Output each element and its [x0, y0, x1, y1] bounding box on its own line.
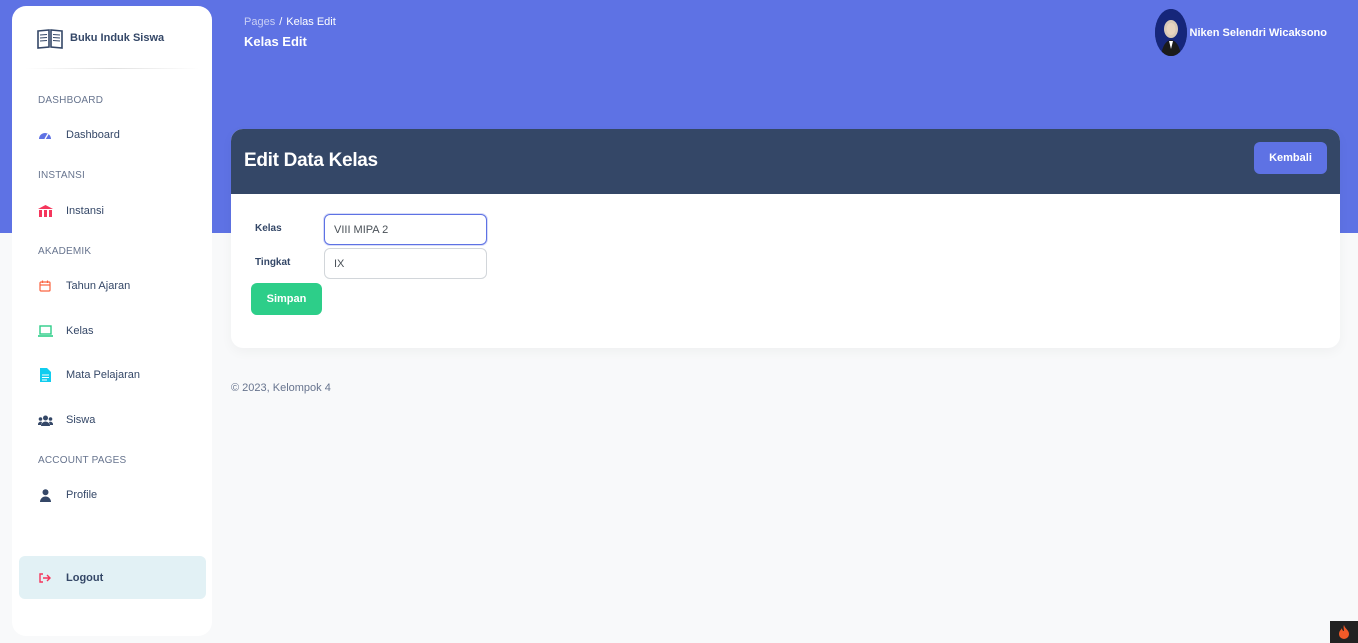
- user-icon: [35, 485, 55, 505]
- users-icon: [35, 410, 55, 430]
- user-menu[interactable]: Niken Selendri Wicaksono: [1154, 9, 1327, 56]
- sidebar-item-label: Mata Pelajaran: [66, 369, 140, 381]
- sidebar-item-profile[interactable]: Profile: [32, 481, 202, 509]
- kelas-input[interactable]: [324, 214, 487, 245]
- logout-button[interactable]: Logout: [19, 556, 206, 599]
- sidebar-item-label: Kelas: [66, 325, 94, 337]
- section-account-pages: ACCOUNT PAGES: [38, 455, 127, 466]
- tingkat-label: Tingkat: [255, 257, 291, 268]
- sidebar-item-siswa[interactable]: Siswa: [32, 406, 202, 434]
- sign-out-icon: [35, 568, 55, 588]
- section-akademik: AKADEMIK: [38, 246, 92, 257]
- laptop-icon: [35, 321, 55, 341]
- card-header: Edit Data Kelas Kembali: [231, 129, 1340, 194]
- section-dashboard: DASHBOARD: [38, 95, 104, 106]
- brand[interactable]: Buku Induk Siswa: [37, 26, 164, 50]
- card-title: Edit Data Kelas: [244, 150, 378, 171]
- breadcrumb-parent[interactable]: Pages: [244, 16, 275, 28]
- section-instansi: INSTANSI: [38, 170, 85, 181]
- sidebar-item-kelas[interactable]: Kelas: [32, 317, 202, 345]
- save-button[interactable]: Simpan: [251, 283, 322, 315]
- page-title: Kelas Edit: [244, 34, 307, 49]
- sidebar-item-label: Instansi: [66, 205, 104, 217]
- kelas-label: Kelas: [255, 223, 282, 234]
- building-icon: [35, 201, 55, 221]
- sidebar-item-label: Tahun Ajaran: [66, 280, 131, 292]
- back-button[interactable]: Kembali: [1254, 142, 1327, 174]
- sidebar-item-mata-pelajaran[interactable]: Mata Pelajaran: [32, 361, 202, 389]
- brand-name: Buku Induk Siswa: [70, 32, 165, 44]
- avatar: [1154, 9, 1187, 56]
- sidebar-item-label: Siswa: [66, 414, 96, 426]
- calendar-icon: [35, 276, 55, 296]
- book-open-icon: [37, 27, 63, 49]
- sidebar: Buku Induk Siswa DASHBOARD Dashboard INS…: [12, 6, 212, 636]
- logout-label: Logout: [66, 571, 104, 584]
- breadcrumb-current: Kelas Edit: [286, 16, 336, 28]
- gauge-icon: [35, 125, 55, 145]
- sidebar-item-label: Profile: [66, 489, 98, 501]
- tingkat-input[interactable]: [324, 248, 487, 279]
- edit-class-card: Edit Data Kelas Kembali Kelas Tingkat Si…: [231, 129, 1340, 348]
- sidebar-item-tahun-ajaran[interactable]: Tahun Ajaran: [32, 272, 202, 300]
- sidebar-item-instansi[interactable]: Instansi: [32, 197, 202, 225]
- user-name: Niken Selendri Wicaksono: [1189, 26, 1327, 39]
- footer-copyright: © 2023, Kelompok 4: [231, 382, 331, 394]
- fire-icon: [1330, 621, 1358, 643]
- document-icon: [35, 365, 55, 385]
- breadcrumb: Pages / Kelas Edit: [244, 16, 336, 28]
- breadcrumb-separator: /: [279, 16, 283, 28]
- sidebar-item-dashboard[interactable]: Dashboard: [32, 121, 202, 149]
- brand-divider: [24, 68, 200, 69]
- sidebar-item-label: Dashboard: [66, 129, 120, 141]
